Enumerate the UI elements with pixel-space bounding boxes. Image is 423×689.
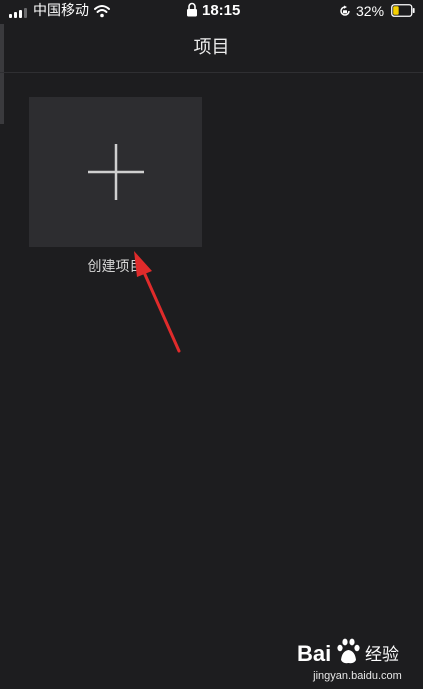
battery-icon <box>391 4 415 17</box>
carrier-name: 中国移动 <box>33 3 89 19</box>
plus-icon <box>88 144 144 200</box>
battery-percent: 32% <box>356 3 385 19</box>
signal-icon <box>9 7 29 18</box>
screen: 中国移动 18:15 32% 项目 创建项目 Bai 经验 jingyan.ba… <box>0 0 423 689</box>
status-bar: 中国移动 18:15 32% <box>0 0 423 24</box>
watermark-url: jingyan.baidu.com <box>313 670 402 682</box>
nav-bar: 项目 <box>0 24 423 73</box>
wifi-icon <box>94 5 110 18</box>
baidu-jingyan-logo: Bai 经验 <box>297 638 399 666</box>
svg-text:经验: 经验 <box>365 645 399 665</box>
create-project-button[interactable] <box>29 97 202 247</box>
annotation-arrow <box>134 251 181 353</box>
svg-text:Bai: Bai <box>297 641 331 666</box>
baidu-jingyan-watermark: Bai 经验 jingyan.baidu.com <box>295 634 420 686</box>
status-time: 18:15 <box>202 2 241 19</box>
rotation-lock-icon <box>340 5 350 16</box>
page-title: 项目 <box>193 37 230 58</box>
lock-icon <box>187 2 197 17</box>
